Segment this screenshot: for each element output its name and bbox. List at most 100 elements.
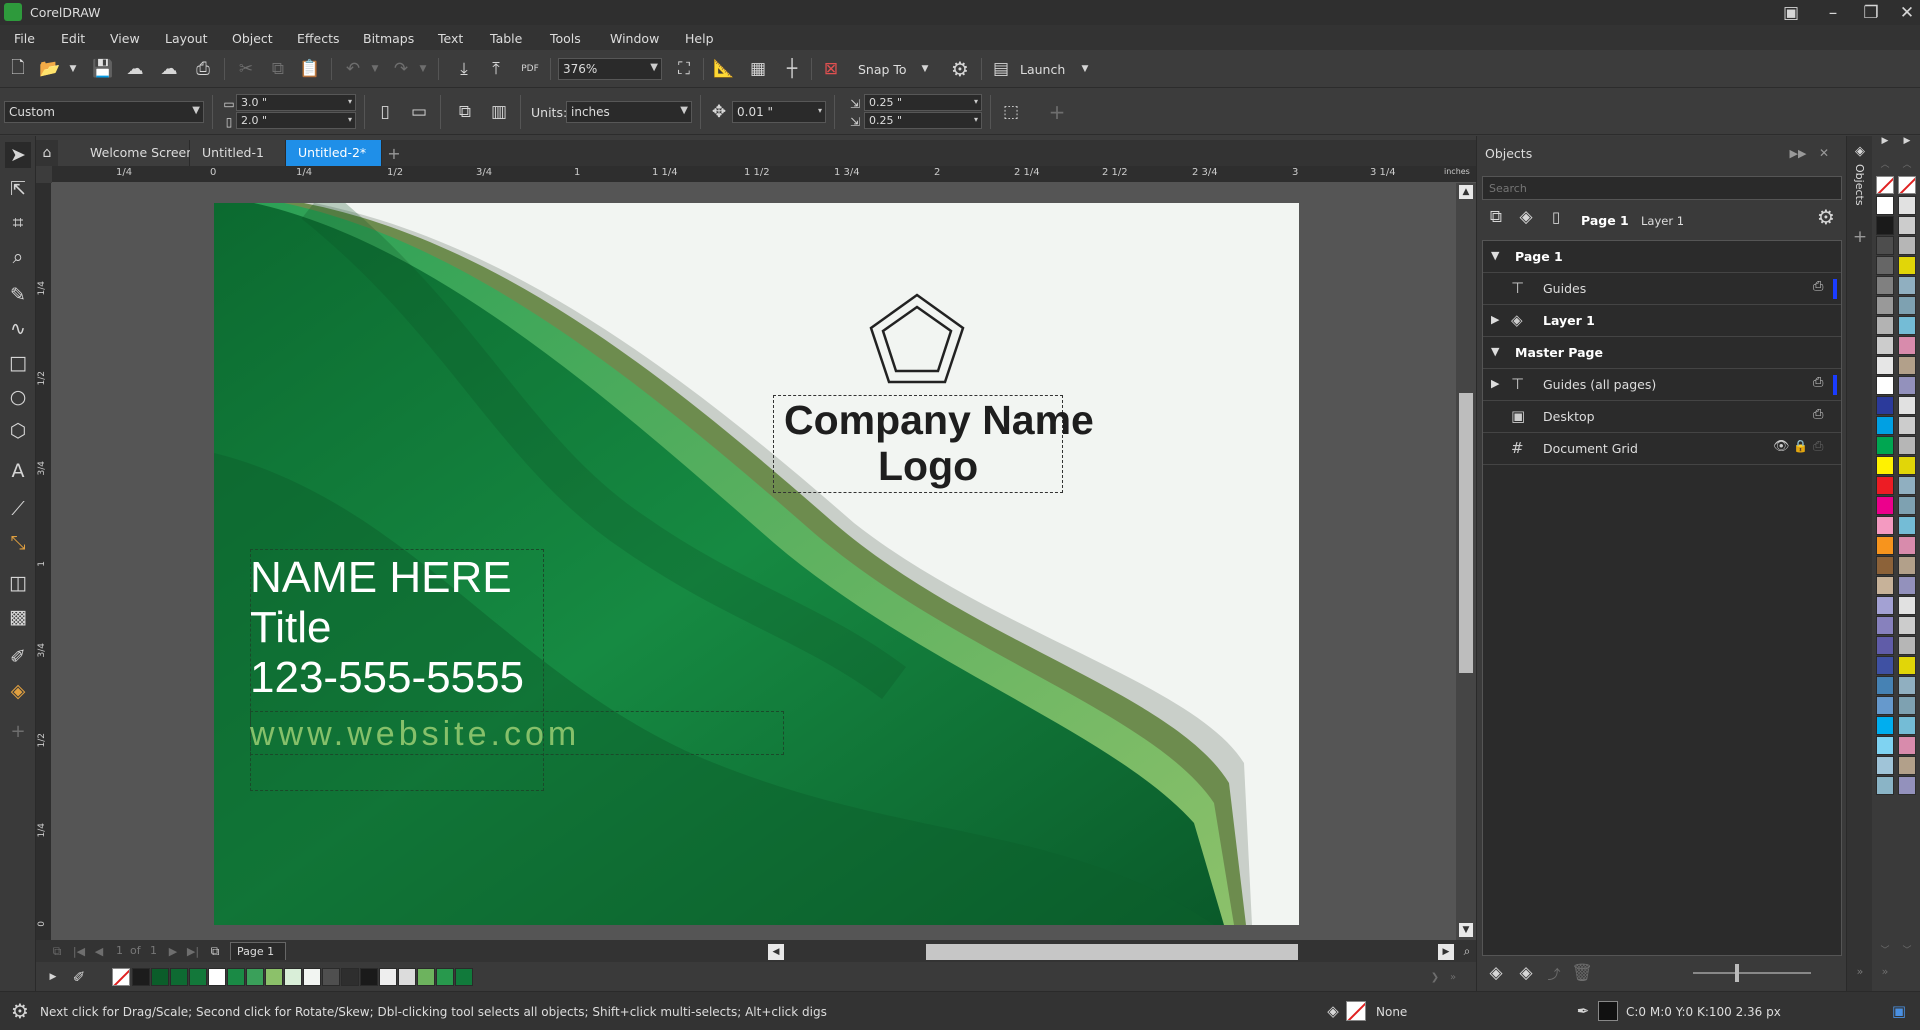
title-text[interactable]: Title (250, 603, 332, 653)
palette-swatch[interactable] (132, 968, 150, 986)
menu-object[interactable]: Object (232, 31, 273, 46)
duplicate-x-field[interactable]: 0.25 " ▾ (864, 94, 982, 111)
restore-icon[interactable]: ❐ (1858, 0, 1884, 26)
palette-swatch[interactable] (1876, 416, 1894, 435)
print-toggle-icon[interactable]: ⎙ (1813, 375, 1823, 390)
palette-swatch[interactable] (1898, 316, 1916, 335)
add-property-icon[interactable]: + (1044, 99, 1070, 125)
new-tab-icon[interactable]: + (383, 140, 405, 166)
palette-swatch[interactable] (151, 968, 169, 986)
palette-swatch[interactable] (1876, 256, 1894, 275)
palette-swatch[interactable] (1876, 236, 1894, 255)
home-icon[interactable]: ⌂ (36, 140, 58, 166)
open-dropdown-icon[interactable]: ▼ (60, 56, 86, 82)
objects-view-icon[interactable]: ⧉ (1483, 204, 1509, 230)
rectangle-tool-icon[interactable]: □ (5, 350, 31, 376)
phone-text[interactable]: 123-555-5555 (250, 653, 524, 703)
palette-expand-icon[interactable]: ▶ (40, 964, 66, 990)
drawing-canvas[interactable]: Company Name Logo NAME HERE Title 123-55… (52, 183, 1456, 940)
height-spin-icon[interactable]: ▾ (348, 114, 352, 125)
business-card-page[interactable]: Company Name Logo NAME HERE Title 123-55… (214, 203, 1299, 925)
palette-swatch[interactable] (436, 968, 454, 986)
palette-swatch[interactable] (1898, 456, 1916, 475)
page-height-field[interactable]: 2.0 " ▾ (236, 112, 356, 129)
scroll-left-icon[interactable]: ◀ (768, 944, 784, 960)
page-icon[interactable]: ▯ (1543, 204, 1569, 230)
menu-text[interactable]: Text (438, 31, 463, 46)
tab-welcome-screen[interactable]: Welcome Screen (58, 140, 194, 166)
units-select[interactable]: inches ▼ (566, 101, 692, 123)
palette-swatch[interactable] (1898, 256, 1916, 275)
launch-button[interactable]: Launch (1020, 62, 1065, 77)
palette-swatch[interactable] (1898, 336, 1916, 355)
palette-swatch[interactable] (1898, 476, 1916, 495)
launch-dropdown-icon[interactable]: ▼ (1072, 56, 1098, 82)
landscape-icon[interactable]: ▭ (406, 99, 432, 125)
palette-swatch[interactable] (1898, 416, 1916, 435)
palette-swatch[interactable] (1898, 596, 1916, 615)
menu-bitmaps[interactable]: Bitmaps (363, 31, 414, 46)
dup-x-spin-icon[interactable]: ▾ (974, 96, 978, 107)
print-toggle-icon[interactable]: ⎙ (1813, 407, 1823, 422)
tree-row-document-grid[interactable]: # Document Grid 👁 🔒 ⎙ (1483, 433, 1841, 465)
snap-off-icon[interactable]: ⊠ (818, 56, 844, 82)
redo-dropdown-icon[interactable]: ▼ (410, 56, 436, 82)
palette-swatch[interactable] (1876, 476, 1894, 495)
company-name-line1[interactable]: Company Name (784, 397, 1094, 444)
polygon-tool-icon[interactable]: ⬡ (5, 418, 31, 444)
palette-swatch[interactable] (1898, 616, 1916, 635)
palette-swatch[interactable] (1898, 356, 1916, 375)
page-width-field[interactable]: 3.0 " ▾ (236, 94, 356, 111)
palette-swatch[interactable] (1898, 216, 1916, 235)
new-layer-icon[interactable]: ◈ (1483, 960, 1509, 986)
menu-view[interactable]: View (110, 31, 140, 46)
prev-page-icon[interactable]: ◀ (86, 938, 112, 964)
palette-swatch[interactable] (1876, 596, 1894, 615)
add-page-icon[interactable]: ⧉ (202, 938, 228, 964)
expand-closed-icon[interactable]: ▶ (1491, 313, 1499, 326)
interactive-fill-icon[interactable]: ◈ (5, 678, 31, 704)
docker-scroll-down-icon[interactable]: » (1847, 958, 1873, 984)
palette-swatch[interactable] (1876, 716, 1894, 735)
palette-eyedropper-icon[interactable]: ✐ (66, 964, 92, 990)
tree-row-page-1[interactable]: ▼ Page 1 (1483, 241, 1841, 273)
tab-untitled-2[interactable]: Untitled-2* (286, 140, 382, 166)
palette2-no-color-swatch[interactable] (1898, 176, 1916, 194)
objects-search-input[interactable] (1482, 176, 1842, 200)
nudge-distance-field[interactable]: 0.01 " ▾ (732, 101, 826, 123)
menu-layout[interactable]: Layout (165, 31, 208, 46)
palette-swatch[interactable] (1898, 236, 1916, 255)
docker-expand-icon[interactable]: ▶▶ (1785, 140, 1811, 166)
drop-shadow-tool-icon[interactable]: ◫ (5, 570, 31, 596)
expand-closed-icon[interactable]: ▶ (1491, 377, 1499, 390)
options-gear-icon[interactable]: ⚙ (947, 56, 973, 82)
menu-table[interactable]: Table (490, 31, 522, 46)
tree-row-layer-1[interactable]: ▶ ◈ Layer 1 (1483, 305, 1841, 337)
palette-swatch[interactable] (398, 968, 416, 986)
page-size-select[interactable]: Custom ▼ (4, 101, 204, 123)
palette-swatch[interactable] (1876, 516, 1894, 535)
palette-swatch[interactable] (1898, 436, 1916, 455)
palette-swatch[interactable] (303, 968, 321, 986)
fill-color-swatch[interactable] (1346, 1001, 1366, 1021)
outline-color-swatch[interactable] (1598, 1001, 1618, 1021)
menu-window[interactable]: Window (610, 31, 659, 46)
palette-swatch[interactable] (1876, 436, 1894, 455)
palette-swatch[interactable] (455, 968, 473, 986)
palette-swatch[interactable] (1898, 716, 1916, 735)
eyedropper-tool-icon[interactable]: ✐ (5, 644, 31, 670)
palette-swatch[interactable] (1898, 376, 1916, 395)
dimension-tool-icon[interactable]: ⟋ (5, 496, 31, 522)
nudge-spin-icon[interactable]: ▾ (818, 103, 822, 119)
undo-dropdown-icon[interactable]: ▼ (362, 56, 388, 82)
palette-swatch[interactable] (1898, 516, 1916, 535)
zoom-to-page-icon[interactable]: ⛶ (671, 56, 697, 82)
palette-swatch[interactable] (1898, 396, 1916, 415)
add-tool-icon[interactable]: + (5, 718, 31, 744)
connector-tool-icon[interactable]: ⤡ (5, 530, 31, 556)
tree-row-master-page[interactable]: ▼ Master Page (1483, 337, 1841, 369)
tree-row-guides[interactable]: ⊤ Guides ⎙ (1483, 273, 1841, 305)
snap-dropdown-icon[interactable]: ▼ (912, 56, 938, 82)
zoom-tool-icon[interactable]: ⌕ (5, 244, 31, 270)
palette-swatch[interactable] (1876, 756, 1894, 775)
